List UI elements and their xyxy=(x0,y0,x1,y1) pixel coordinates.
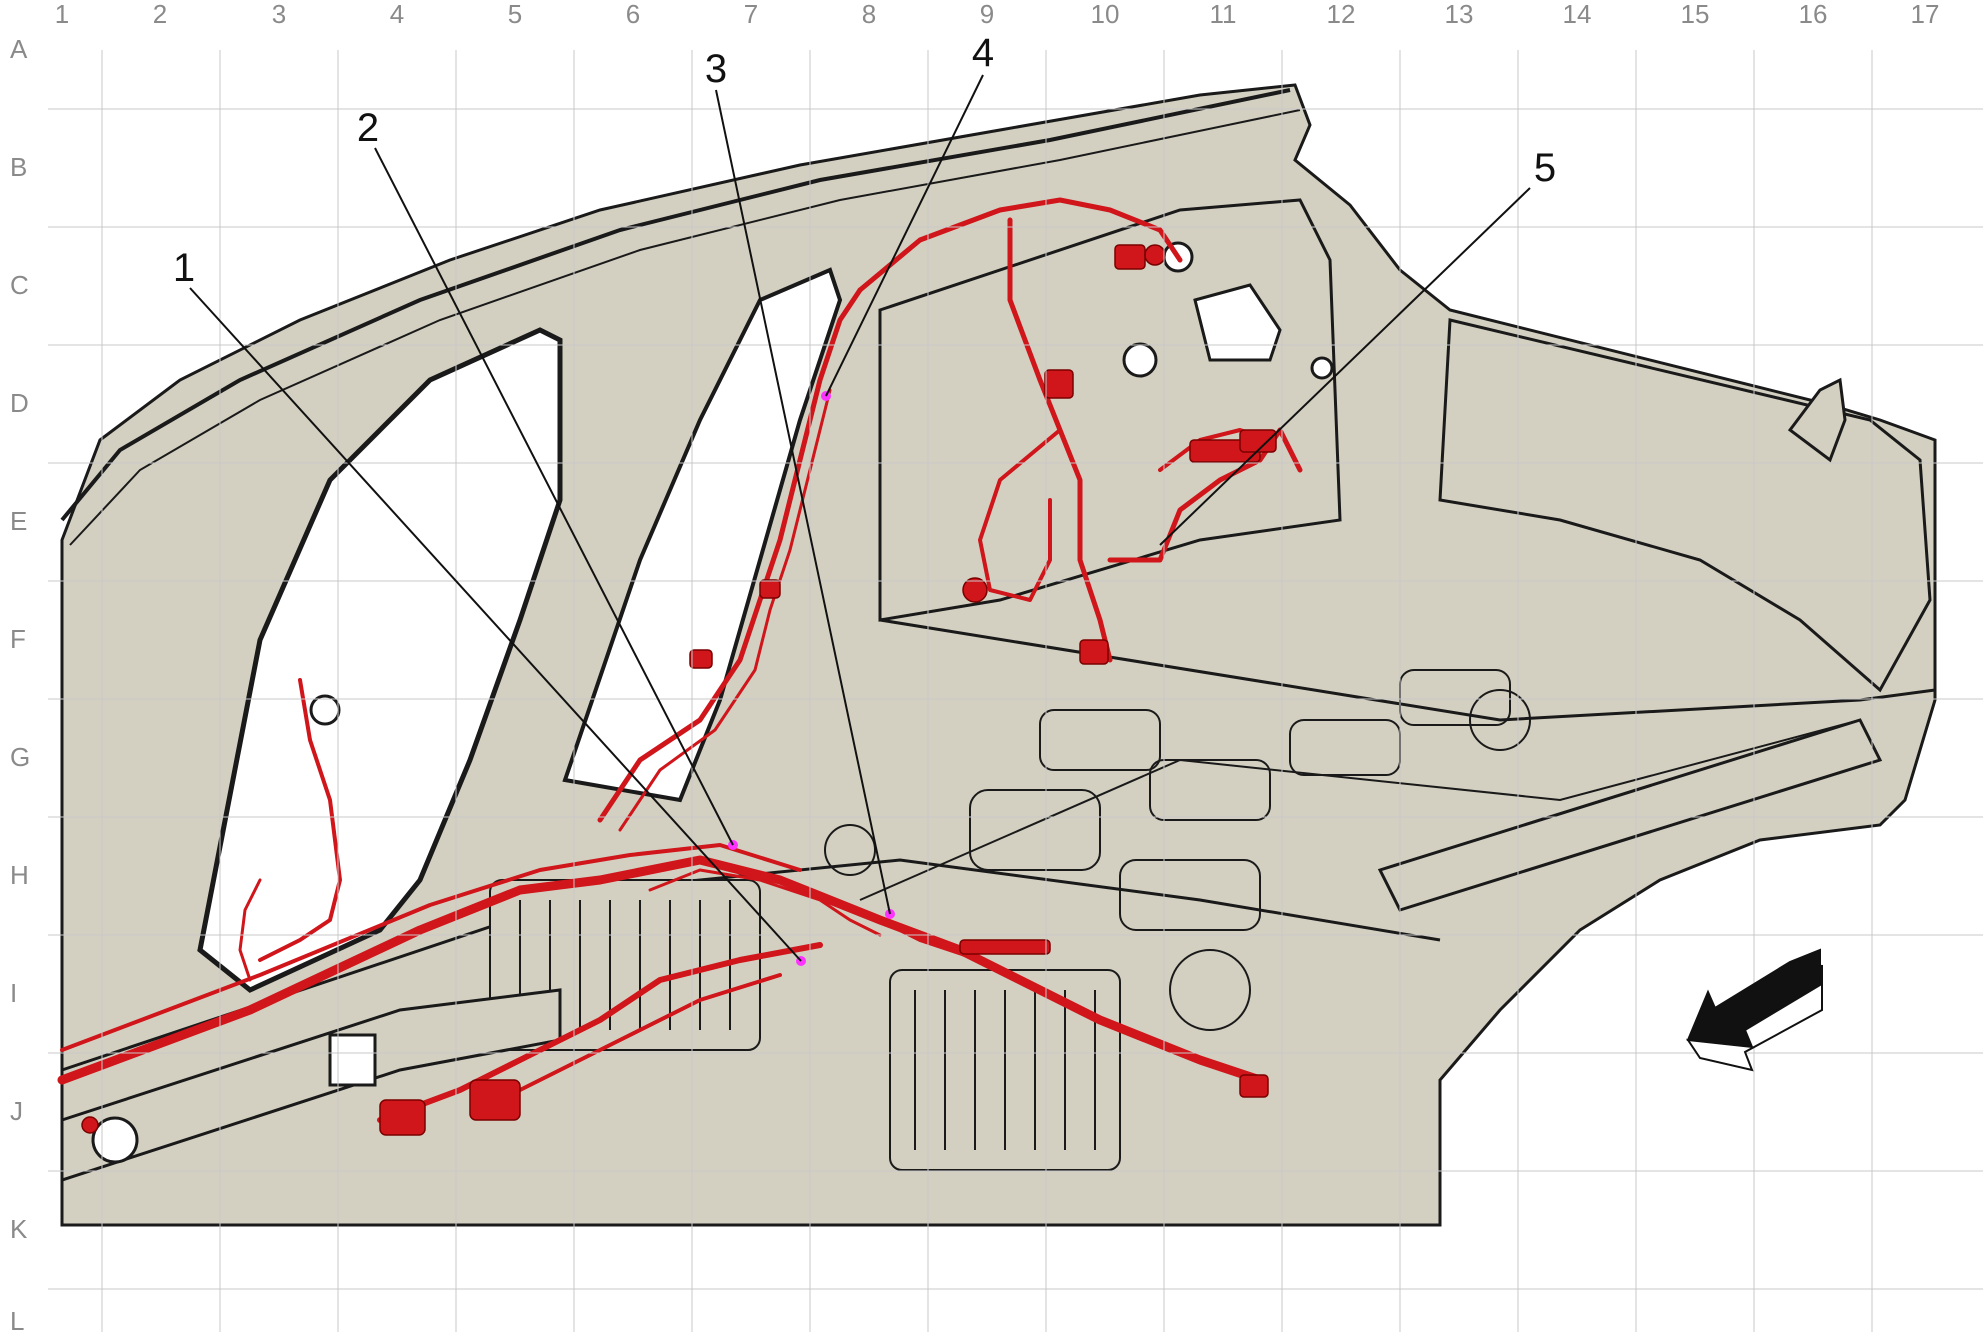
connector xyxy=(1044,369,1074,399)
row-label: H xyxy=(10,860,29,890)
col-label: 12 xyxy=(1327,0,1356,29)
connector xyxy=(1079,639,1109,665)
col-label: 6 xyxy=(626,0,640,29)
front-direction-arrow-icon xyxy=(1685,948,1823,1072)
col-label: 11 xyxy=(1210,0,1237,29)
vehicle-body xyxy=(60,83,1937,1227)
row-label: B xyxy=(10,152,27,182)
col-label: 14 xyxy=(1563,0,1592,29)
connector xyxy=(759,579,781,599)
col-label: 8 xyxy=(862,0,876,29)
rocker-bracket xyxy=(328,1033,377,1087)
grid-column-labels: 1 2 3 4 5 6 7 8 9 10 11 12 13 14 15 16 1… xyxy=(55,0,1940,29)
col-label: 13 xyxy=(1445,0,1474,29)
callout-4: 4 xyxy=(972,31,994,75)
col-label: 1 xyxy=(55,0,69,29)
row-label: C xyxy=(10,270,29,300)
row-label: E xyxy=(10,506,27,536)
col-label: 10 xyxy=(1091,0,1120,29)
connector xyxy=(469,1079,521,1121)
connector xyxy=(962,577,988,603)
connector xyxy=(1114,244,1146,270)
connector xyxy=(81,1116,99,1134)
shelf-grommet-2 xyxy=(1122,342,1158,378)
col-label: 9 xyxy=(980,0,994,29)
grid-row-labels: A B C D E F G H I J K L xyxy=(10,34,30,1332)
row-label: A xyxy=(10,34,28,64)
col-label: 5 xyxy=(508,0,522,29)
rocker-hole xyxy=(91,1116,139,1164)
connector xyxy=(1239,429,1277,453)
row-label: L xyxy=(10,1306,24,1332)
ribbed-panel-right xyxy=(889,969,1121,1171)
col-label: 16 xyxy=(1799,0,1828,29)
callout-2: 2 xyxy=(357,106,379,150)
row-label: G xyxy=(10,742,30,772)
connector xyxy=(689,649,713,669)
col-label: 4 xyxy=(390,0,404,29)
col-label: 7 xyxy=(744,0,758,29)
row-label: D xyxy=(10,388,29,418)
connector xyxy=(379,1099,426,1136)
col-label: 3 xyxy=(272,0,286,29)
callout-1: 1 xyxy=(173,246,195,290)
row-label: J xyxy=(10,1096,23,1126)
connector xyxy=(1239,1074,1269,1098)
shelf-grommet-3 xyxy=(1310,356,1334,380)
col-label: 2 xyxy=(153,0,167,29)
connector xyxy=(1144,244,1166,266)
callout-5: 5 xyxy=(1534,146,1556,190)
c-pillar-grommet xyxy=(309,694,341,726)
row-label: I xyxy=(10,978,17,1008)
col-label: 15 xyxy=(1681,0,1710,29)
col-label: 17 xyxy=(1911,0,1940,29)
connector xyxy=(959,939,1051,955)
row-label: F xyxy=(10,624,26,654)
row-label: K xyxy=(10,1214,28,1244)
harness-routing-diagram: 1 2 3 4 5 6 7 8 9 10 11 12 13 14 15 16 1… xyxy=(10,0,1983,1332)
callout-3: 3 xyxy=(705,47,727,91)
